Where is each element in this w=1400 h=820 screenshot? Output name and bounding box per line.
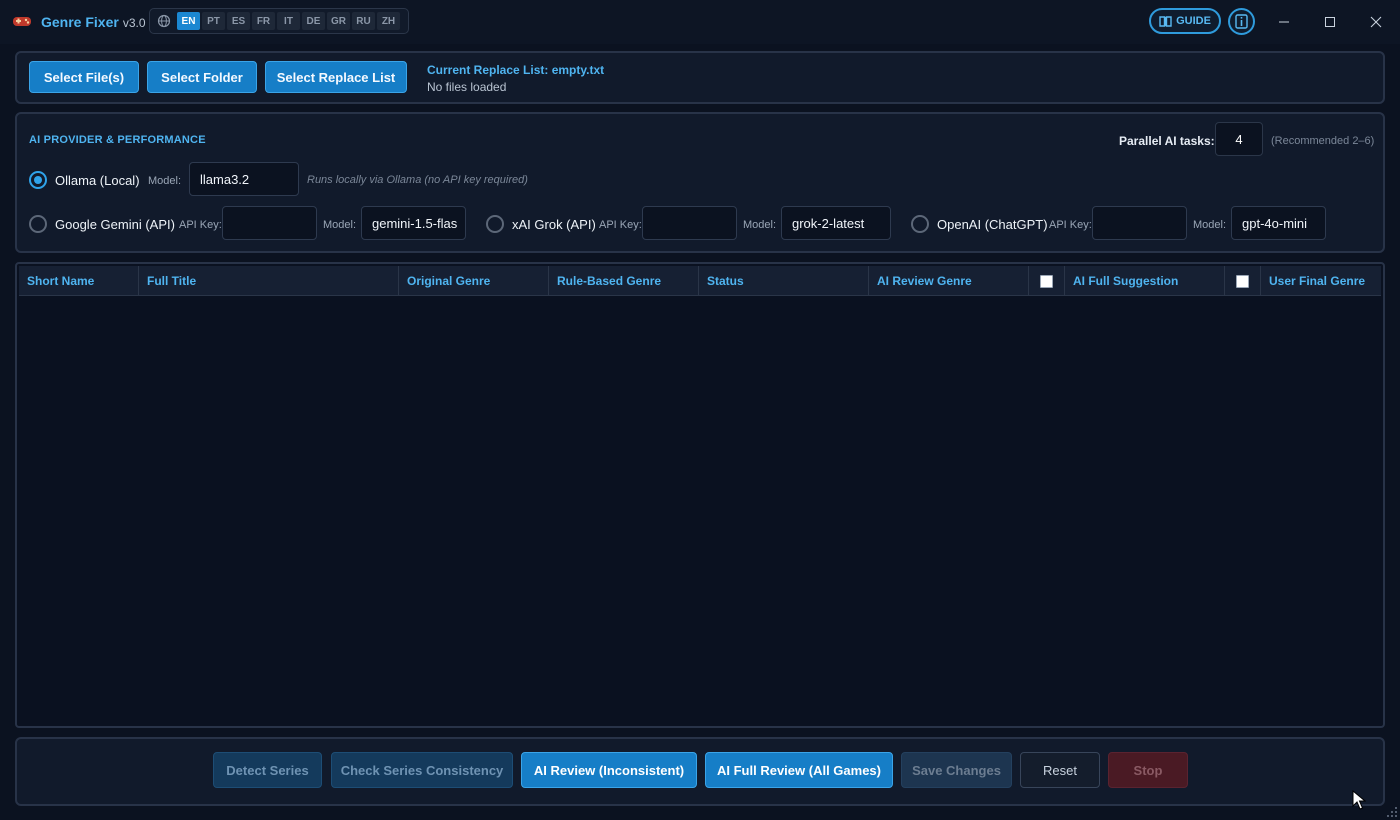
ollama-radio[interactable] (29, 171, 47, 189)
detect-series-button[interactable]: Detect Series (213, 752, 322, 788)
ai-review-select-all[interactable] (1029, 266, 1065, 296)
globe-icon (153, 11, 175, 31)
ai-provider-panel: AI PROVIDER & PERFORMANCE Parallel AI ta… (15, 112, 1385, 253)
section-title: AI PROVIDER & PERFORMANCE (29, 134, 206, 146)
lang-it[interactable]: IT (277, 12, 300, 30)
lang-pt[interactable]: PT (202, 12, 225, 30)
parallel-tasks-label: Parallel AI tasks: (1119, 134, 1215, 148)
column-ai-full-suggestion[interactable]: AI Full Suggestion (1065, 266, 1225, 296)
file-panel: Select File(s) Select Folder Select Repl… (15, 51, 1385, 104)
openai-label: OpenAI (ChatGPT) (937, 217, 1048, 232)
minimize-icon (1279, 21, 1289, 23)
column-full-title[interactable]: Full Title (139, 266, 399, 296)
grok-api-key-label: API Key: (599, 219, 642, 231)
openai-api-key-label: API Key: (1049, 219, 1092, 231)
ai-full-select-all[interactable] (1225, 266, 1261, 296)
ollama-label: Ollama (Local) (55, 173, 140, 188)
maximize-icon (1325, 17, 1335, 27)
grok-label: xAI Grok (API) (512, 217, 596, 232)
select-folder-button[interactable]: Select Folder (147, 61, 257, 93)
select-all-checkbox[interactable] (1040, 274, 1053, 288)
ollama-model-input[interactable]: llama3.2 (189, 162, 299, 196)
grok-model-input[interactable]: grok-2-latest (781, 206, 891, 240)
book-icon (1159, 15, 1172, 27)
column-user-final-genre[interactable]: User Final Genre (1261, 266, 1381, 296)
minimize-button[interactable] (1274, 12, 1294, 32)
app-title: Genre Fixer v3.0 (41, 14, 146, 30)
reset-button[interactable]: Reset (1020, 752, 1100, 788)
close-button[interactable] (1366, 12, 1386, 32)
column-short-name[interactable]: Short Name (19, 266, 139, 296)
save-changes-button[interactable]: Save Changes (901, 752, 1012, 788)
grok-radio[interactable] (486, 215, 504, 233)
app-version: v3.0 (122, 16, 146, 30)
lang-ru[interactable]: RU (352, 12, 375, 30)
openai-model-label: Model: (1193, 219, 1227, 231)
app-name: Genre Fixer (41, 14, 119, 30)
guide-button[interactable]: GUIDE (1149, 8, 1221, 34)
current-replace-list: Current Replace List: empty.txt (427, 63, 605, 77)
title-bar: Genre Fixer v3.0 EN PT ES FR IT DE GR RU … (0, 0, 1400, 44)
openai-model-input[interactable]: gpt-4o-mini (1231, 206, 1326, 240)
table-header: Short Name Full Title Original Genre Rul… (19, 266, 1381, 296)
info-button[interactable] (1228, 8, 1255, 35)
app-logo-icon (13, 17, 31, 26)
column-status[interactable]: Status (699, 266, 869, 296)
stop-button[interactable]: Stop (1108, 752, 1188, 788)
openai-api-key-input[interactable] (1092, 206, 1187, 240)
select-files-button[interactable]: Select File(s) (29, 61, 139, 93)
grok-model-label: Model: (743, 219, 777, 231)
ollama-hint: Runs locally via Ollama (no API key requ… (307, 174, 528, 186)
gemini-model-input[interactable]: gemini-1.5-flas (361, 206, 466, 240)
ai-full-review-button[interactable]: AI Full Review (All Games) (705, 752, 893, 788)
parallel-tasks-input[interactable]: 4 (1215, 122, 1263, 156)
ollama-model-label: Model: (148, 175, 182, 187)
lang-de[interactable]: DE (302, 12, 325, 30)
column-rule-based-genre[interactable]: Rule-Based Genre (549, 266, 699, 296)
lang-fr[interactable]: FR (252, 12, 275, 30)
mouse-cursor-icon (1352, 790, 1366, 810)
select-replace-list-button[interactable]: Select Replace List (265, 61, 407, 93)
select-all-checkbox[interactable] (1236, 274, 1249, 288)
gemini-radio[interactable] (29, 215, 47, 233)
openai-radio[interactable] (911, 215, 929, 233)
column-original-genre[interactable]: Original Genre (399, 266, 549, 296)
column-ai-review-genre[interactable]: AI Review Genre (869, 266, 1029, 296)
language-selector: EN PT ES FR IT DE GR RU ZH (149, 8, 409, 34)
gemini-label: Google Gemini (API) (55, 217, 175, 232)
gemini-api-key-input[interactable] (222, 206, 317, 240)
results-table: Short Name Full Title Original Genre Rul… (15, 262, 1385, 728)
resize-grip-icon[interactable] (1386, 806, 1398, 818)
guide-label: GUIDE (1176, 15, 1211, 27)
check-series-consistency-button[interactable]: Check Series Consistency (331, 752, 513, 788)
grok-api-key-input[interactable] (642, 206, 737, 240)
gemini-api-key-label: API Key: (179, 219, 222, 231)
gemini-model-label: Model: (323, 219, 357, 231)
files-status: No files loaded (427, 80, 507, 94)
info-icon (1235, 14, 1248, 29)
parallel-tasks-hint: (Recommended 2–6) (1271, 135, 1375, 147)
action-bar: Detect Series Check Series Consistency A… (15, 737, 1385, 806)
lang-en[interactable]: EN (177, 12, 200, 30)
ai-review-button[interactable]: AI Review (Inconsistent) (521, 752, 697, 788)
maximize-button[interactable] (1320, 12, 1340, 32)
close-icon (1370, 16, 1382, 28)
lang-gr[interactable]: GR (327, 12, 350, 30)
lang-zh[interactable]: ZH (377, 12, 400, 30)
lang-es[interactable]: ES (227, 12, 250, 30)
